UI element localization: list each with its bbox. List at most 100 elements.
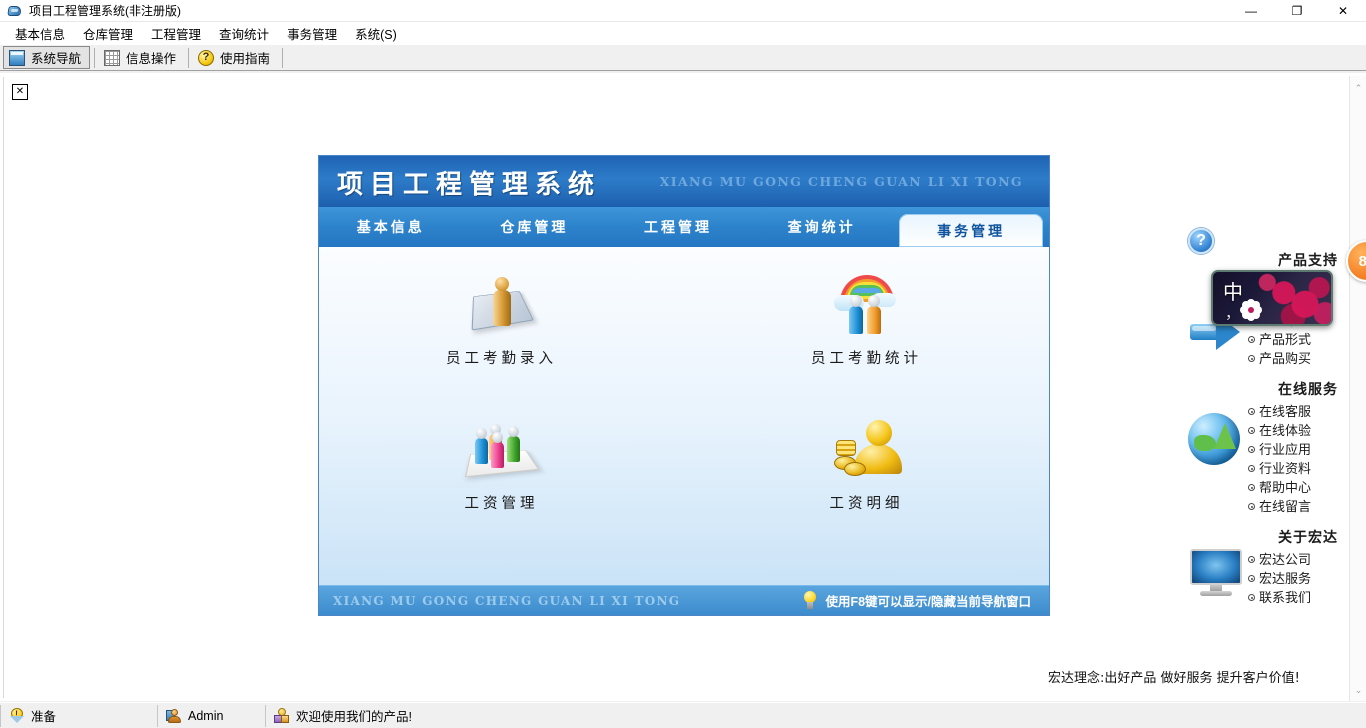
bullet-icon bbox=[1248, 556, 1255, 563]
menu-item-warehouse[interactable]: 仓库管理 bbox=[74, 22, 142, 45]
navigation-panel-footer-pinyin: XIANG MU GONG CHENG GUAN LI XI TONG bbox=[333, 594, 680, 608]
minimize-button[interactable]: — bbox=[1228, 0, 1274, 22]
navigation-panel-body: 员工考勤录入 员工考勤统计 bbox=[319, 247, 1049, 587]
toolbar-separator bbox=[188, 48, 189, 68]
nav-item-attendance-stats-label: 员工考勤统计 bbox=[811, 347, 922, 368]
bullet-icon bbox=[1248, 336, 1255, 343]
lightbulb-icon bbox=[803, 591, 817, 611]
close-button[interactable]: ✕ bbox=[1320, 0, 1366, 22]
bullet-icon bbox=[1248, 408, 1255, 415]
person-book-icon bbox=[467, 273, 537, 339]
navigation-panel-title: 项目工程管理系统 bbox=[337, 164, 601, 201]
sidebar-link-services[interactable]: 宏达服务 bbox=[1248, 570, 1342, 589]
ime-popup[interactable]: 中 ， bbox=[1211, 270, 1333, 326]
toolbar-separator bbox=[282, 48, 283, 68]
menu-item-query-stats[interactable]: 查询统计 bbox=[210, 22, 278, 45]
gold-person-coins-icon bbox=[832, 418, 902, 484]
sidebar-link-help-center[interactable]: 帮助中心 bbox=[1248, 479, 1342, 498]
sidebar-group-online-service: 在线服务 在线客服 在线体验 行业应用 行业资料 帮助中心 在线留言 bbox=[1186, 379, 1342, 517]
nav-tab-query-stats[interactable]: 查询统计 bbox=[750, 217, 894, 247]
toolbar-button-info-operation-label: 信息操作 bbox=[126, 48, 176, 67]
toolbar-button-user-guide-label: 使用指南 bbox=[220, 48, 270, 67]
statusbar: ! 准备 Admin 欢迎使用我们的产品! bbox=[0, 702, 1366, 728]
window-titlebar: 项目工程管理系统(非注册版) — ❐ ✕ bbox=[0, 0, 1366, 22]
nav-tab-affairs[interactable]: 事务管理 bbox=[899, 214, 1043, 247]
nav-tab-warehouse[interactable]: 仓库管理 bbox=[463, 217, 607, 247]
scroll-up-arrow-icon[interactable]: ⌃ bbox=[1350, 80, 1366, 97]
nav-item-attendance-entry-label: 员工考勤录入 bbox=[446, 347, 557, 368]
menu-item-project[interactable]: 工程管理 bbox=[142, 22, 210, 45]
statusbar-welcome-label: 欢迎使用我们的产品! bbox=[296, 706, 412, 725]
bullet-icon bbox=[1248, 446, 1255, 453]
sidebar-link-contact-us[interactable]: 联系我们 bbox=[1248, 589, 1342, 608]
sidebar-group-online-service-title: 在线服务 bbox=[1186, 379, 1342, 399]
nav-item-salary-management-label: 工资管理 bbox=[465, 492, 539, 513]
navigation-panel-hint-text: 使用F8键可以显示/隐藏当前导航窗口 bbox=[825, 591, 1031, 610]
sidebar-link-product-purchase[interactable]: 产品购买 bbox=[1248, 350, 1342, 369]
toolbar: 系统导航 信息操作 ? 使用指南 bbox=[0, 44, 1366, 71]
statusbar-user-label: Admin bbox=[188, 709, 223, 723]
nav-item-salary-detail-label: 工资明细 bbox=[830, 492, 904, 513]
nav-item-salary-management[interactable]: 工资管理 bbox=[319, 408, 684, 553]
navigation-panel-hint: 使用F8键可以显示/隐藏当前导航窗口 bbox=[803, 591, 1031, 611]
sidebar-tagline: 宏达理念:出好产品 做好服务 提升客户价值! bbox=[1048, 667, 1300, 686]
nav-item-attendance-entry[interactable]: 员工考勤录入 bbox=[319, 263, 684, 408]
scroll-down-arrow-icon[interactable]: ⌄ bbox=[1350, 682, 1366, 699]
ime-punctuation-toggle[interactable]: ， bbox=[1225, 302, 1240, 323]
nav-item-salary-detail[interactable]: 工资明细 bbox=[684, 408, 1049, 553]
grid-icon bbox=[104, 50, 120, 66]
menu-item-basic-info[interactable]: 基本信息 bbox=[6, 22, 74, 45]
sidebar-link-industry-materials[interactable]: 行业资料 bbox=[1248, 460, 1342, 479]
bullet-icon bbox=[1248, 484, 1255, 491]
statusbar-cell-user: Admin bbox=[158, 705, 266, 727]
menubar: 基本信息 仓库管理 工程管理 查询统计 事务管理 系统(S) bbox=[0, 22, 1366, 44]
bullet-icon bbox=[1248, 427, 1255, 434]
toolbar-button-system-navigation-label: 系统导航 bbox=[31, 48, 81, 67]
toolbar-button-system-navigation[interactable]: 系统导航 bbox=[3, 46, 90, 69]
rainbow-people-icon bbox=[832, 273, 902, 339]
sidebar-link-online-support[interactable]: 在线客服 bbox=[1248, 403, 1342, 422]
bullet-icon bbox=[1248, 355, 1255, 362]
user-icon bbox=[166, 708, 182, 724]
sidebar-group-about: 关于宏达 宏达公司 宏达服务 联系我们 bbox=[1186, 527, 1342, 608]
window-controls: — ❐ ✕ bbox=[1228, 0, 1366, 22]
help-question-icon: ? bbox=[1188, 228, 1214, 254]
window-title: 项目工程管理系统(非注册版) bbox=[29, 2, 181, 19]
navigation-panel-header: 项目工程管理系统 XIANG MU GONG CHENG GUAN LI XI … bbox=[319, 156, 1049, 207]
toolbar-separator bbox=[94, 48, 95, 68]
app-icon bbox=[7, 3, 23, 19]
gear-icon[interactable] bbox=[1243, 302, 1259, 318]
statusbar-cell-welcome: 欢迎使用我们的产品! bbox=[266, 705, 626, 727]
sidebar-link-industry-application[interactable]: 行业应用 bbox=[1248, 441, 1342, 460]
navigation-panel-footer: XIANG MU GONG CHENG GUAN LI XI TONG 使用F8… bbox=[319, 585, 1049, 615]
navigation-item-grid: 员工考勤录入 员工考勤统计 bbox=[319, 263, 1049, 553]
sidebar-link-product-form[interactable]: 产品形式 bbox=[1248, 331, 1342, 350]
group-board-icon bbox=[467, 418, 537, 484]
maximize-button[interactable]: ❐ bbox=[1274, 0, 1320, 22]
nav-tab-basic-info[interactable]: 基本信息 bbox=[319, 217, 463, 247]
toolbar-button-info-operation[interactable]: 信息操作 bbox=[99, 46, 184, 69]
ime-mode-indicator[interactable]: 中 bbox=[1223, 276, 1243, 305]
statusbar-ready-label: 准备 bbox=[31, 706, 56, 725]
globe-arrow-icon bbox=[1188, 413, 1246, 471]
navigation-panel-tabs: 基本信息 仓库管理 工程管理 查询统计 事务管理 bbox=[319, 207, 1049, 247]
toolbar-button-user-guide[interactable]: ? 使用指南 bbox=[193, 46, 278, 69]
menu-item-system[interactable]: 系统(S) bbox=[346, 22, 406, 45]
sidebar-link-online-trial[interactable]: 在线体验 bbox=[1248, 422, 1342, 441]
statusbar-cell-ready: ! 准备 bbox=[0, 705, 158, 727]
bullet-icon bbox=[1248, 465, 1255, 472]
nav-tab-project[interactable]: 工程管理 bbox=[606, 217, 750, 247]
monitor-icon bbox=[1188, 549, 1246, 607]
sidebar-group-about-title: 关于宏达 bbox=[1186, 527, 1342, 547]
status-ready-icon: ! bbox=[9, 708, 25, 724]
menu-item-affairs[interactable]: 事务管理 bbox=[278, 22, 346, 45]
vertical-scrollbar[interactable]: ⌃ ⌄ bbox=[1349, 76, 1366, 701]
product-icon bbox=[274, 708, 290, 724]
bullet-icon bbox=[1248, 575, 1255, 582]
bullet-icon bbox=[1248, 503, 1255, 510]
nav-item-attendance-stats[interactable]: 员工考勤统计 bbox=[684, 263, 1049, 408]
mdi-child-close-button[interactable]: ✕ bbox=[12, 84, 28, 100]
sidebar-link-company[interactable]: 宏达公司 bbox=[1248, 551, 1342, 570]
navigation-panel-pinyin: XIANG MU GONG CHENG GUAN LI XI TONG bbox=[660, 174, 1023, 189]
sidebar-link-online-message[interactable]: 在线留言 bbox=[1248, 498, 1342, 517]
